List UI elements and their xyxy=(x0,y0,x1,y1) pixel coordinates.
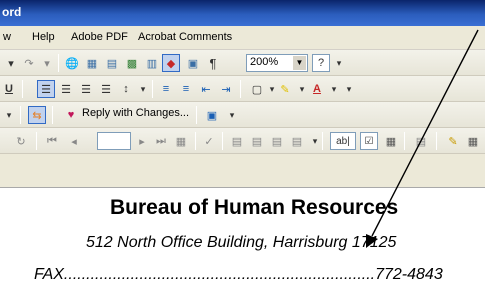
bullets-icon[interactable]: ≡ xyxy=(177,80,195,98)
menu-window[interactable]: w xyxy=(3,31,11,43)
zoom-value: 200% xyxy=(250,56,279,68)
form-field-options-icon[interactable]: ▤ xyxy=(412,132,430,150)
chevron-down-icon[interactable]: ▼ xyxy=(293,56,306,70)
last-page-icon[interactable]: ⏭ xyxy=(152,132,170,150)
refresh-icon[interactable]: ↻ xyxy=(12,132,30,150)
navigation-toolbar: ↻ ⏮ ◂ ▸ ⏭ ▦ ✓ ▤ ▤ ▤ ▤ ▾ ab| ☑ ▦ ▤ ✎ ▦ xyxy=(0,128,485,154)
merge-to-fax-icon[interactable]: ▤ xyxy=(288,132,306,150)
align-right-icon[interactable]: ☰ xyxy=(77,80,95,98)
justify-icon[interactable]: ☰ xyxy=(97,80,115,98)
line-spacing-icon[interactable]: ↕ xyxy=(117,80,135,98)
toolbar-separator xyxy=(436,132,437,150)
page-number-field[interactable] xyxy=(97,132,131,150)
check-errors-icon[interactable]: ✓ xyxy=(200,132,218,150)
show-hide-icon[interactable]: ¶ xyxy=(204,54,222,72)
toolbar-separator xyxy=(196,106,197,124)
redo-icon[interactable]: ↷ xyxy=(20,54,38,72)
redo-dropdown-icon[interactable]: ▾ xyxy=(38,54,56,72)
menu-help[interactable]: Help xyxy=(32,31,55,43)
drawing-icon[interactable]: ◆ xyxy=(162,54,180,72)
toolbar-options-icon[interactable]: ▾ xyxy=(223,106,241,124)
review-pane-icon[interactable]: ▣ xyxy=(203,106,221,124)
align-center-icon[interactable]: ☰ xyxy=(57,80,75,98)
next-page-icon[interactable]: ▸ xyxy=(133,132,151,150)
document-map-icon[interactable]: ▣ xyxy=(184,54,202,72)
decrease-indent-icon[interactable]: ⇤ xyxy=(197,80,215,98)
formatting-toolbar: U ☰ ☰ ☰ ☰ ↕ ▾ ≡ ≡ ⇤ ⇥ ▢ ▾ ✎ ▾ A ▾ ▾ xyxy=(0,76,485,102)
previous-page-icon[interactable]: ◂ xyxy=(65,132,83,150)
line-spacing-dropdown-icon[interactable]: ▾ xyxy=(134,80,152,98)
align-left-icon[interactable]: ☰ xyxy=(37,80,55,98)
document-address: 512 North Office Building, Harrisburg 17… xyxy=(86,234,397,251)
undo-arrow-icon[interactable]: ▾ xyxy=(2,54,20,72)
document-fax-line: FAX.....................................… xyxy=(34,266,443,283)
form-text-field-icon[interactable]: ab| xyxy=(330,132,356,150)
merge-to-printer-icon[interactable]: ▤ xyxy=(248,132,266,150)
toolbar-separator xyxy=(58,54,59,72)
draw-pencil-icon[interactable]: ✎ xyxy=(444,132,462,150)
table-icon[interactable]: ▦ xyxy=(464,132,482,150)
mail-merge-icon[interactable]: ▦ xyxy=(172,132,190,150)
merge-to-document-icon[interactable]: ▤ xyxy=(228,132,246,150)
columns-icon[interactable]: ▥ xyxy=(143,54,161,72)
menu-acrobat-comments[interactable]: Acrobat Comments xyxy=(138,31,232,43)
toolbar-separator xyxy=(152,80,153,98)
insert-table-icon[interactable]: ▤ xyxy=(103,54,121,72)
tables-borders-icon[interactable]: ▦ xyxy=(83,54,101,72)
document-title: Bureau of Human Resources xyxy=(110,196,399,219)
window-title-bar: ord xyxy=(0,0,485,26)
reply-with-changes-button[interactable]: Reply with Changes... xyxy=(82,107,189,119)
first-page-icon[interactable]: ⏮ xyxy=(43,132,61,150)
toolbar-separator xyxy=(22,80,23,98)
window-title: ord xyxy=(2,5,22,19)
zoom-select[interactable]: 200% ▼ xyxy=(246,54,308,72)
toolbar-options-icon[interactable]: ▾ xyxy=(340,80,358,98)
toolbar-separator xyxy=(240,80,241,98)
reply-icon[interactable]: ♥ xyxy=(62,106,80,124)
standard-toolbar: ▾ ↷ ▾ 🌐 ▦ ▤ ▩ ▥ ◆ ▣ ¶ 200% ▼ ? ▾ xyxy=(0,50,485,76)
numbering-icon[interactable]: ≡ xyxy=(157,80,175,98)
dropdown-icon[interactable]: ▾ xyxy=(0,106,18,124)
insert-excel-icon[interactable]: ▩ xyxy=(123,54,141,72)
ruler-area xyxy=(0,154,485,188)
toolbar-separator xyxy=(195,132,196,150)
increase-indent-icon[interactable]: ⇥ xyxy=(217,80,235,98)
menu-bar: w Help Adobe PDF Acrobat Comments xyxy=(0,26,485,50)
hyperlink-icon[interactable]: 🌐 xyxy=(63,54,81,72)
reviewing-toolbar: ▾ ⇆ ♥ Reply with Changes... ▣ ▾ xyxy=(0,102,485,128)
toolbar-separator xyxy=(322,132,323,150)
toolbar-separator xyxy=(20,106,21,124)
toolbar-separator xyxy=(404,132,405,150)
highlight-icon[interactable]: ✎ xyxy=(276,80,294,98)
underline-button[interactable]: U xyxy=(0,80,18,98)
help-icon[interactable]: ? xyxy=(312,54,330,72)
toolbar-separator xyxy=(52,106,53,124)
merge-to-email-icon[interactable]: ▤ xyxy=(268,132,286,150)
form-checkbox-icon[interactable]: ☑ xyxy=(360,132,378,150)
toolbar-separator xyxy=(222,132,223,150)
font-color-icon[interactable]: A xyxy=(308,80,326,98)
track-changes-icon[interactable]: ⇆ xyxy=(28,106,46,124)
menu-adobe-pdf[interactable]: Adobe PDF xyxy=(71,31,128,43)
toolbar-options-icon[interactable]: ▾ xyxy=(330,54,348,72)
toolbar-separator xyxy=(36,132,37,150)
form-dropdown-icon[interactable]: ▦ xyxy=(382,132,400,150)
